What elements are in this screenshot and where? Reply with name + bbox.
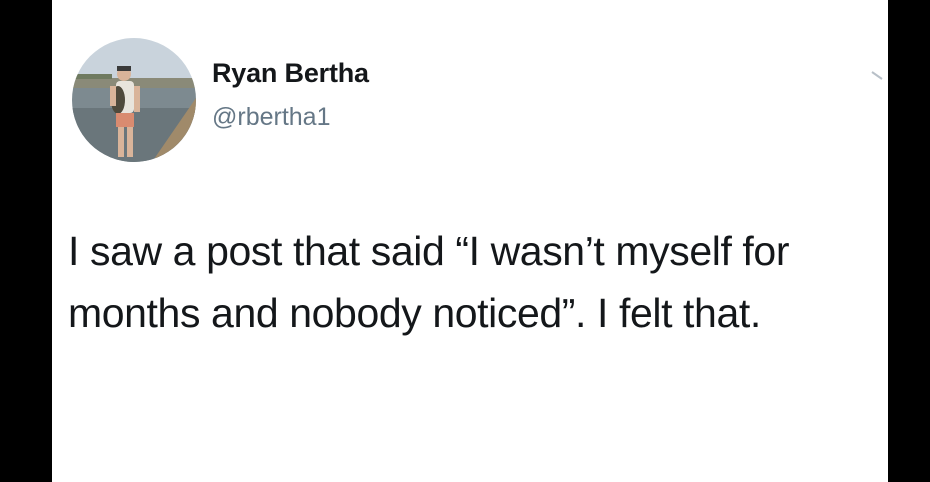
author-handle[interactable]: @rbertha1 [212,103,331,132]
chevron-down-icon[interactable] [870,66,888,86]
avatar[interactable] [72,38,196,162]
tweet-card: Ryan Bertha @rbertha1 I saw a post that … [52,0,888,482]
tweet-text: I saw a post that said “I wasn’t myself … [68,228,790,336]
author-name[interactable]: Ryan Bertha [212,58,369,89]
right-frame-bar [888,0,930,482]
avatar-photo-icon [72,38,196,162]
left-frame-bar [0,0,52,482]
